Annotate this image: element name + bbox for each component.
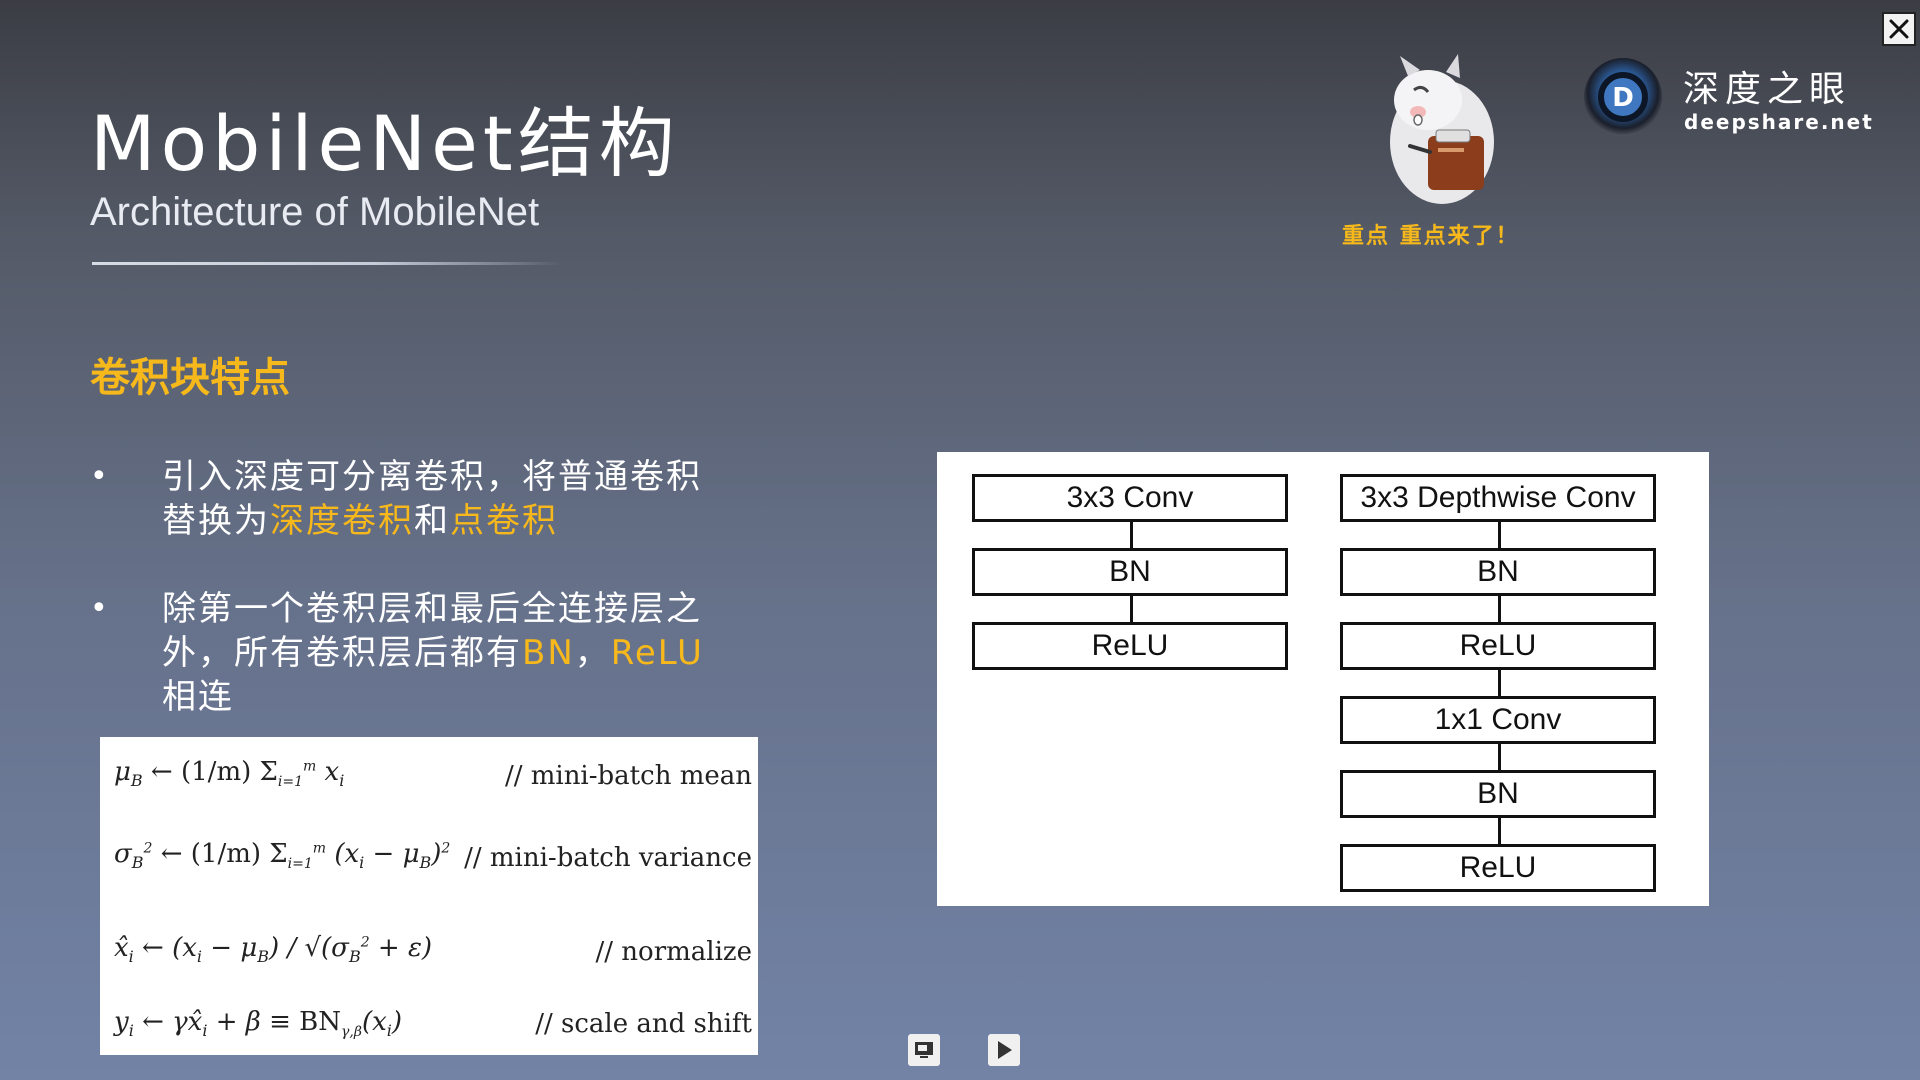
- formula-comment-normalize: // normalize: [595, 937, 752, 967]
- connector-line: [1130, 596, 1133, 622]
- bullet-marker: •: [90, 459, 108, 494]
- formula-scale-shift: yi ← γx̂i + β ≡ BNγ,β(xi): [114, 1007, 403, 1041]
- right-box-depthwise-conv: 3x3 Depthwise Conv: [1340, 474, 1656, 522]
- conv-block-diagram: 3x3 Conv BN ReLU 3x3 Depthwise Conv BN R…: [937, 452, 1709, 906]
- left-box-bn: BN: [972, 548, 1288, 596]
- bullet-2-text-b: ，: [574, 633, 611, 673]
- play-icon: [998, 1041, 1012, 1059]
- connector-line: [1498, 818, 1501, 844]
- bullet-2-highlight-bn: BN: [522, 633, 575, 673]
- formula-row-scale: yi ← γx̂i + β ≡ BNγ,β(xi) // scale and s…: [100, 993, 758, 1053]
- slide-subtitle: Architecture of MobileNet: [90, 190, 540, 234]
- logo-name: 深度之眼: [1683, 69, 1852, 110]
- connector-line: [1498, 744, 1501, 770]
- close-button[interactable]: [1882, 12, 1916, 46]
- slide-title: MobileNet结构: [90, 99, 680, 188]
- formula-comment-variance: // mini-batch variance: [464, 843, 752, 873]
- formula-row-variance: σB2 ← (1/m) Σi=1m (xi − μB)2 // mini-bat…: [100, 819, 758, 909]
- bullet-2-text-c: 相连: [162, 677, 234, 717]
- formula-variance: σB2 ← (1/m) Σi=1m (xi − μB)2: [114, 839, 451, 873]
- right-box-bn-2: BN: [1340, 770, 1656, 818]
- right-box-relu-2: ReLU: [1340, 844, 1656, 892]
- connector-line: [1498, 596, 1501, 622]
- formula-comment-mean: // mini-batch mean: [504, 761, 752, 791]
- bullet-marker: •: [90, 591, 108, 626]
- bullet-1-highlight-pointwise: 点卷积: [450, 501, 558, 541]
- left-box-relu: ReLU: [972, 622, 1288, 670]
- screen-icon: [915, 1042, 933, 1058]
- mascot-caption: 重点 重点来了！: [1342, 224, 1520, 249]
- bullet-2: 除第一个卷积层和最后全连接层之外，所有卷积层后都有BN，ReLU相连: [162, 587, 722, 719]
- screen-button[interactable]: [908, 1034, 940, 1066]
- logo-site: deepshare.net: [1684, 110, 1874, 134]
- formula-row-normalize: x̂i ← (xi − μB) / √(σB2 + ε) // normaliz…: [100, 911, 758, 991]
- logo-letter: D: [1612, 83, 1634, 113]
- formula-normalize: x̂i ← (xi − μB) / √(σB2 + ε): [114, 933, 433, 967]
- right-box-bn-1: BN: [1340, 548, 1656, 596]
- bullet-2-highlight-relu: ReLU: [610, 633, 704, 673]
- section-heading: 卷积块特点: [90, 355, 290, 401]
- batchnorm-formula-image: μB ← (1/m) Σi=1m xi // mini-batch mean σ…: [100, 737, 758, 1055]
- title-underline: [92, 262, 562, 265]
- deepshare-logo-icon: D: [1584, 58, 1662, 136]
- bullet-1-text-b: 和: [414, 501, 450, 541]
- connector-line: [1498, 670, 1501, 696]
- connector-line: [1130, 522, 1133, 548]
- formula-comment-scale: // scale and shift: [535, 1009, 752, 1039]
- right-box-pointwise-conv: 1x1 Conv: [1340, 696, 1656, 744]
- connector-line: [1498, 522, 1501, 548]
- play-button[interactable]: [988, 1034, 1020, 1066]
- formula-mean: μB ← (1/m) Σi=1m xi: [114, 757, 345, 791]
- close-icon: [1889, 19, 1909, 39]
- hamster-mascot-icon: [1390, 54, 1494, 204]
- right-box-relu-1: ReLU: [1340, 622, 1656, 670]
- bullet-1: 引入深度可分离卷积，将普通卷积替换为深度卷积和点卷积: [162, 455, 722, 543]
- bullet-1-highlight-depthwise: 深度卷积: [270, 501, 414, 541]
- formula-row-mean: μB ← (1/m) Σi=1m xi // mini-batch mean: [100, 737, 758, 817]
- left-box-conv: 3x3 Conv: [972, 474, 1288, 522]
